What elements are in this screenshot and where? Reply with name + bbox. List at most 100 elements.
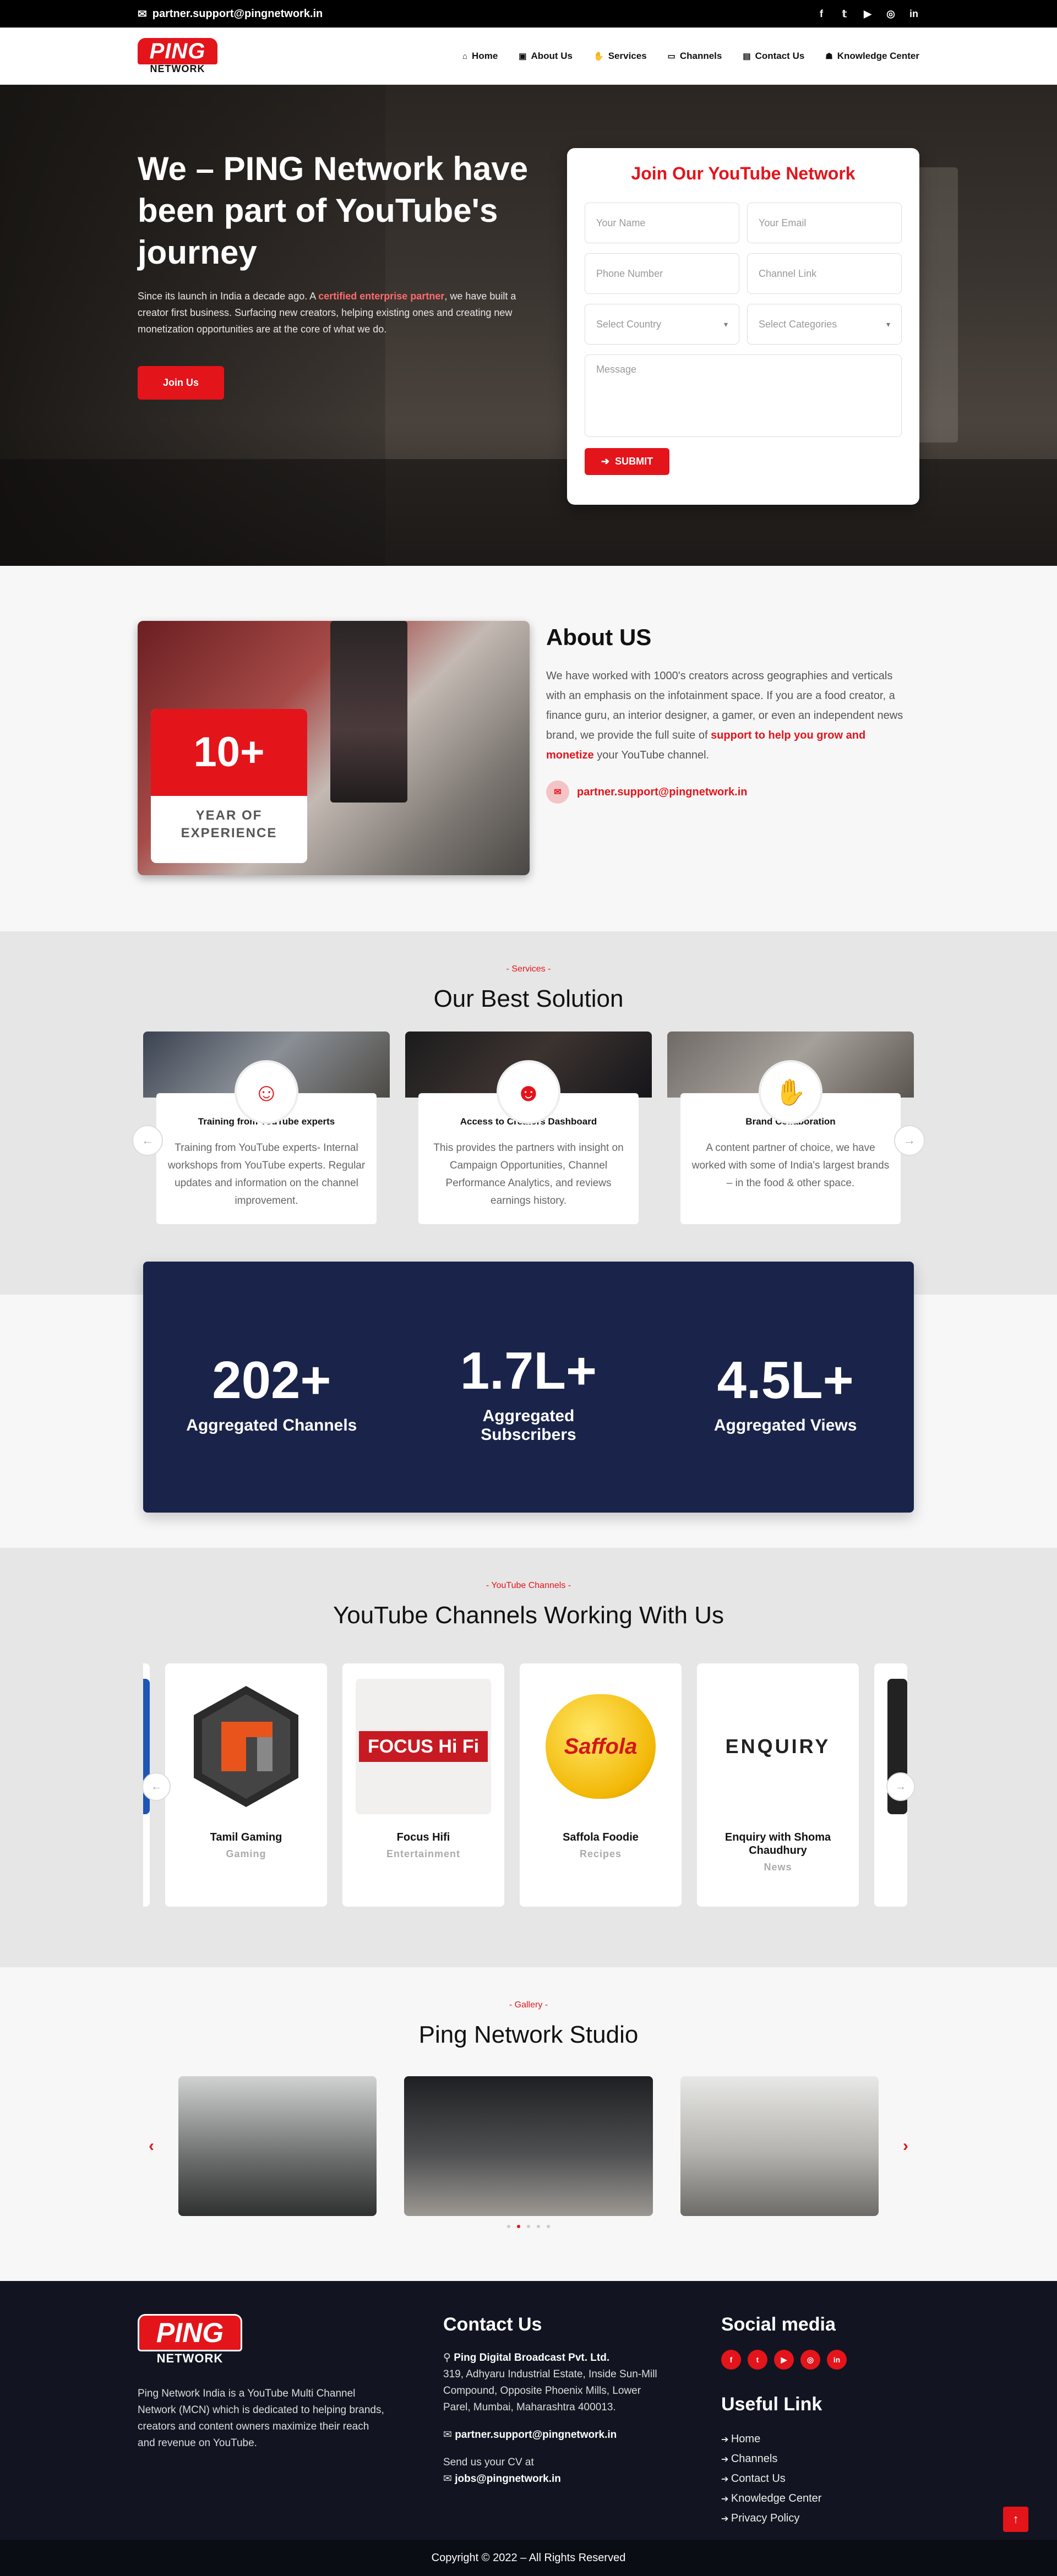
footer-contact: Contact Us ⚲ Ping Digital Broadcast Pvt.… — [443, 2314, 663, 2529]
service-card[interactable]: ☺ Training from YouTube experts Training… — [143, 1032, 390, 1224]
gallery-title: Ping Network Studio — [418, 2021, 639, 2048]
nav-item-channels[interactable]: ▭ Channels — [668, 51, 722, 62]
hero-text-highlight: certified enterprise partner — [318, 291, 445, 302]
gallery-image[interactable] — [404, 2076, 653, 2216]
gallery-section: - Gallery - Ping Network Studio ‹ › — [0, 1967, 1057, 2281]
footer-about-text: Ping Network India is a YouTube Multi Ch… — [138, 2388, 384, 2449]
arrow-left-icon: ← — [141, 1133, 154, 1147]
submit-button[interactable]: ➔ SUBMIT — [585, 448, 670, 475]
nav-label: Contact Us — [755, 51, 805, 61]
gallery-dot[interactable] — [547, 2225, 550, 2228]
award-trophy-image — [330, 621, 407, 803]
stat-label: Aggregated Channels — [186, 1416, 357, 1434]
experience-number: 10+ — [151, 709, 307, 796]
join-network-form: Join Our YouTube Network Your Name Your … — [567, 148, 919, 505]
top-bar: ✉ partner.support@pingnetwork.in f 𝕥 ▶ ◎… — [0, 0, 1057, 28]
gallery-dot-active[interactable] — [517, 2225, 520, 2228]
logo-network: NETWORK — [156, 2351, 224, 2365]
facebook-icon[interactable]: f — [816, 8, 827, 20]
nav-item-about[interactable]: ▣ About Us — [519, 51, 573, 62]
topbar-email[interactable]: ✉ partner.support@pingnetwork.in — [138, 7, 323, 21]
name-input[interactable]: Your Name — [585, 203, 739, 243]
gallery-image[interactable] — [680, 2076, 879, 2216]
twitter-icon[interactable]: t — [748, 2350, 767, 2370]
topbar-social: f 𝕥 ▶ ◎ in — [816, 8, 919, 20]
youtube-icon[interactable]: ▶ — [862, 8, 873, 20]
footer-link-contact[interactable]: Contact Us — [721, 2469, 919, 2489]
site-logo[interactable]: PING NETWORK — [138, 37, 217, 75]
footer-email[interactable]: ✉ partner.support@pingnetwork.in — [443, 2427, 663, 2443]
tamil-gaming-logo — [194, 1686, 298, 1807]
company-name: Ping Digital Broadcast Pvt. Ltd. — [454, 2352, 610, 2364]
nav-item-contact[interactable]: ▤ Contact Us — [743, 51, 804, 62]
nav-menu: ⌂ Home ▣ About Us ✋ Services ▭ Channels ▤ Con… — [462, 51, 919, 62]
map-pin-icon: ⚲ — [443, 2352, 454, 2364]
footer-link-knowledge[interactable]: Knowledge Center — [721, 2489, 919, 2509]
useful-links: Home Channels Contact Us Knowledge Cente… — [721, 2430, 919, 2529]
nav-item-services[interactable]: ✋ Services — [593, 51, 647, 62]
back-to-top-button[interactable]: ↑ — [1003, 2507, 1028, 2532]
name-placeholder: Your Name — [596, 217, 646, 228]
instagram-icon[interactable]: ◎ — [800, 2350, 820, 2370]
about-section: 10+ YEAR OF EXPERIENCE About US We have … — [0, 566, 1057, 931]
channel-logo-text: FOCUS Hi Fi — [367, 1736, 480, 1757]
phone-input[interactable]: Phone Number — [585, 253, 739, 294]
services-tag: - Services - — [506, 964, 551, 974]
envelope-icon: ✉ — [443, 2473, 455, 2485]
channel-card[interactable]: ENQUIRY Enquiry with Shoma Chaudhury New… — [697, 1663, 859, 1907]
channel-link-input[interactable]: Channel Link — [747, 253, 902, 294]
stat-channels: 202+ Aggregated Channels — [183, 1350, 359, 1435]
message-placeholder: Message — [596, 364, 637, 375]
saffola-logo: Saffola — [546, 1694, 656, 1799]
hero-copy: We – PING Network have been part of YouT… — [138, 148, 540, 505]
logo-ping: PING — [138, 2314, 242, 2351]
envelope-icon: ✉ — [443, 2429, 455, 2441]
linkedin-icon[interactable]: in — [908, 8, 919, 20]
channel-card[interactable]: Tamil Gaming Gaming — [165, 1663, 327, 1907]
channel-name: Enquiry with Shoma Chaudhury — [724, 1831, 831, 1857]
gallery-dot[interactable] — [527, 2225, 530, 2228]
join-us-button[interactable]: Join Us — [138, 366, 225, 400]
enquiry-logo: ENQUIRY — [725, 1735, 831, 1758]
chevron-down-icon: ▾ — [886, 319, 890, 329]
footer-link-channels[interactable]: Channels — [721, 2449, 919, 2469]
channel-category: News — [764, 1862, 792, 1873]
channels-prev-button[interactable]: ← — [142, 1772, 171, 1801]
message-textarea[interactable]: Message — [585, 354, 902, 437]
facebook-icon[interactable]: f — [721, 2350, 741, 2370]
linkedin-icon[interactable]: in — [827, 2350, 847, 2370]
service-card[interactable]: ☻ Access to Creators Dashboard This prov… — [405, 1032, 652, 1224]
gallery-dot[interactable] — [537, 2225, 540, 2228]
services-title: Our Best Solution — [433, 985, 624, 1012]
services-prev-button[interactable]: ← — [132, 1125, 163, 1156]
twitter-icon[interactable]: 𝕥 — [839, 8, 850, 20]
channels-next-button[interactable]: → — [886, 1772, 915, 1801]
footer-link-privacy[interactable]: Privacy Policy — [721, 2509, 919, 2529]
country-select[interactable]: Select Country ▾ — [585, 304, 739, 345]
channel-category: Entertainment — [386, 1848, 461, 1859]
footer-logo[interactable]: PING NETWORK — [138, 2314, 242, 2366]
about-description: We have worked with 1000's creators acro… — [546, 666, 909, 765]
youtube-icon[interactable]: ▶ — [774, 2350, 794, 2370]
email-input[interactable]: Your Email — [747, 203, 902, 243]
footer-links-title: Useful Link — [721, 2394, 822, 2415]
instagram-icon[interactable]: ◎ — [885, 8, 896, 20]
category-select[interactable]: Select Categories ▾ — [747, 304, 902, 345]
nav-item-home[interactable]: ⌂ Home — [462, 51, 498, 62]
stat-value: 202+ — [212, 1351, 331, 1410]
services-next-button[interactable]: → — [894, 1125, 925, 1156]
channel-card[interactable]: Saffola Saffola Foodie Recipes — [520, 1663, 682, 1907]
footer-jobs-email[interactable]: ✉ jobs@pingnetwork.in — [443, 2471, 663, 2487]
gallery-dot[interactable] — [507, 2225, 510, 2228]
gallery-image[interactable] — [178, 2076, 377, 2216]
channel-logo: FOCUS Hi Fi — [356, 1679, 491, 1814]
service-card[interactable]: ✋ Brand Collaboration A content partner … — [667, 1032, 914, 1224]
nav-item-knowledge[interactable]: ☗ Knowledge Center — [825, 51, 919, 62]
chevron-down-icon: ▾ — [723, 319, 728, 329]
about-email-link[interactable]: ✉ partner.support@pingnetwork.in — [546, 781, 909, 804]
hero-section: We – PING Network have been part of YouT… — [0, 85, 1057, 566]
channel-card[interactable]: FOCUS Hi Fi Focus Hifi Entertainment — [342, 1663, 504, 1907]
gallery-pagination — [138, 2225, 919, 2228]
main-nav: PING NETWORK ⌂ Home ▣ About Us ✋ Services ▭… — [0, 28, 1057, 85]
footer-link-home[interactable]: Home — [721, 2430, 919, 2449]
